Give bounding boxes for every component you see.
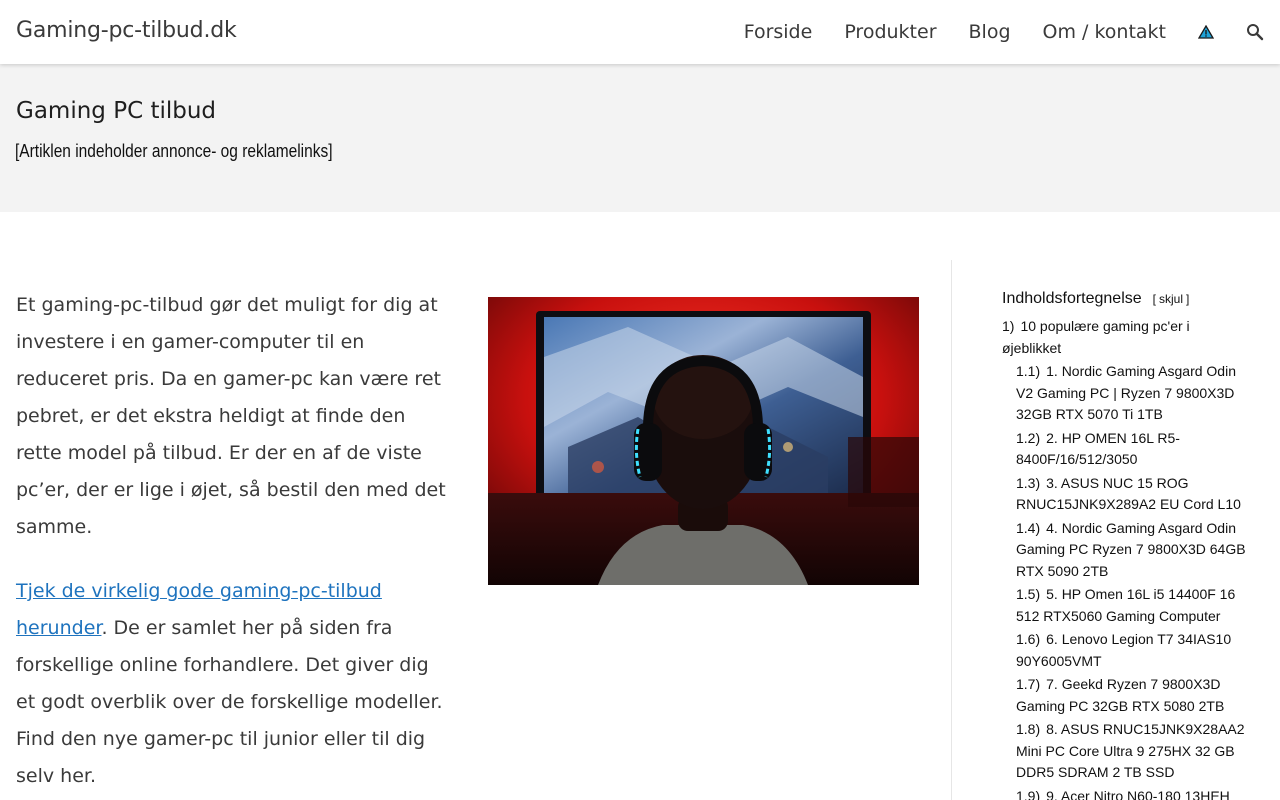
toc-item-1-1[interactable]: 1.1) 1. Nordic Gaming Asgard Odin V2 Gami… [1002, 361, 1252, 426]
nav-item-blog[interactable]: Blog [969, 21, 1011, 43]
toc-title: Indholdsfortegnelse [1002, 290, 1142, 307]
page-title: Gaming PC tilbud [16, 98, 217, 124]
toc-item-1[interactable]: 1) 10 populære gaming pc'er i øjeblikket [1002, 316, 1252, 359]
site-title-link[interactable]: Gaming-pc-tilbud.dk [16, 18, 237, 43]
search-icon[interactable] [1246, 23, 1264, 41]
intro-paragraph: Et gaming-pc-tilbud gør det muligt for d… [16, 294, 446, 538]
sidebar-divider [951, 260, 952, 800]
toc-item-1-4[interactable]: 1.4) 4. Nordic Gaming Asgard Odin Gaming … [1002, 518, 1252, 583]
toc-item-1-2[interactable]: 1.2) 2. HP OMEN 16L R5-8400F/16/512/3050 [1002, 428, 1252, 471]
toc-item-1-8[interactable]: 1.8) 8. ASUS RNUC15JNK9X28AA2 Mini PC Cor… [1002, 719, 1252, 784]
nav-item-forside[interactable]: Forside [744, 21, 813, 43]
article-content: Et gaming-pc-tilbud gør det muligt for d… [16, 287, 448, 800]
toc-header: Indholdsfortegnelse [skjul] [1002, 290, 1252, 308]
page-title-band: Gaming PC tilbud [Artiklen indeholder an… [0, 64, 1280, 212]
toc-item-1-6[interactable]: 1.6) 6. Lenovo Legion T7 34IAS10 90Y6005V… [1002, 629, 1252, 672]
warning-triangle-icon[interactable] [1198, 25, 1214, 39]
toc-item-1-3[interactable]: 1.3) 3. ASUS NUC 15 ROG RNUC15JNK9X289A2 … [1002, 473, 1252, 516]
main-nav: Forside Produkter Blog Om / kontakt [744, 0, 1264, 64]
toc-toggle-label: skjul [1159, 292, 1184, 306]
second-paragraph-text: . De er samlet her på siden fra forskell… [16, 617, 443, 787]
ad-disclaimer: [Artiklen indeholder annonce- og reklame… [15, 141, 333, 161]
nav-item-produkter[interactable]: Produkter [844, 21, 936, 43]
toc-list: 1) 10 populære gaming pc'er i øjeblikket … [1002, 316, 1252, 800]
toc-toggle-button[interactable]: [skjul] [1150, 292, 1193, 306]
table-of-contents: Indholdsfortegnelse [skjul] 1) 10 populær… [1002, 290, 1252, 800]
second-paragraph: Tjek de virkelig gode gaming-pc-tilbud h… [16, 573, 448, 795]
site-header: Gaming-pc-tilbud.dk Forside Produkter Bl… [0, 0, 1280, 64]
toc-item-1-7[interactable]: 1.7) 7. Geekd Ryzen 7 9800X3D Gaming PC 3… [1002, 674, 1252, 717]
nav-item-om-kontakt[interactable]: Om / kontakt [1043, 21, 1166, 43]
toc-item-1-5[interactable]: 1.5) 5. HP Omen 16L i5 14400F 16 512 RTX5… [1002, 584, 1252, 627]
toc-item-1-9[interactable]: 1.9) 9. Acer Nitro N60-180 13HEH [1002, 786, 1252, 800]
gamer-photo [488, 297, 919, 585]
